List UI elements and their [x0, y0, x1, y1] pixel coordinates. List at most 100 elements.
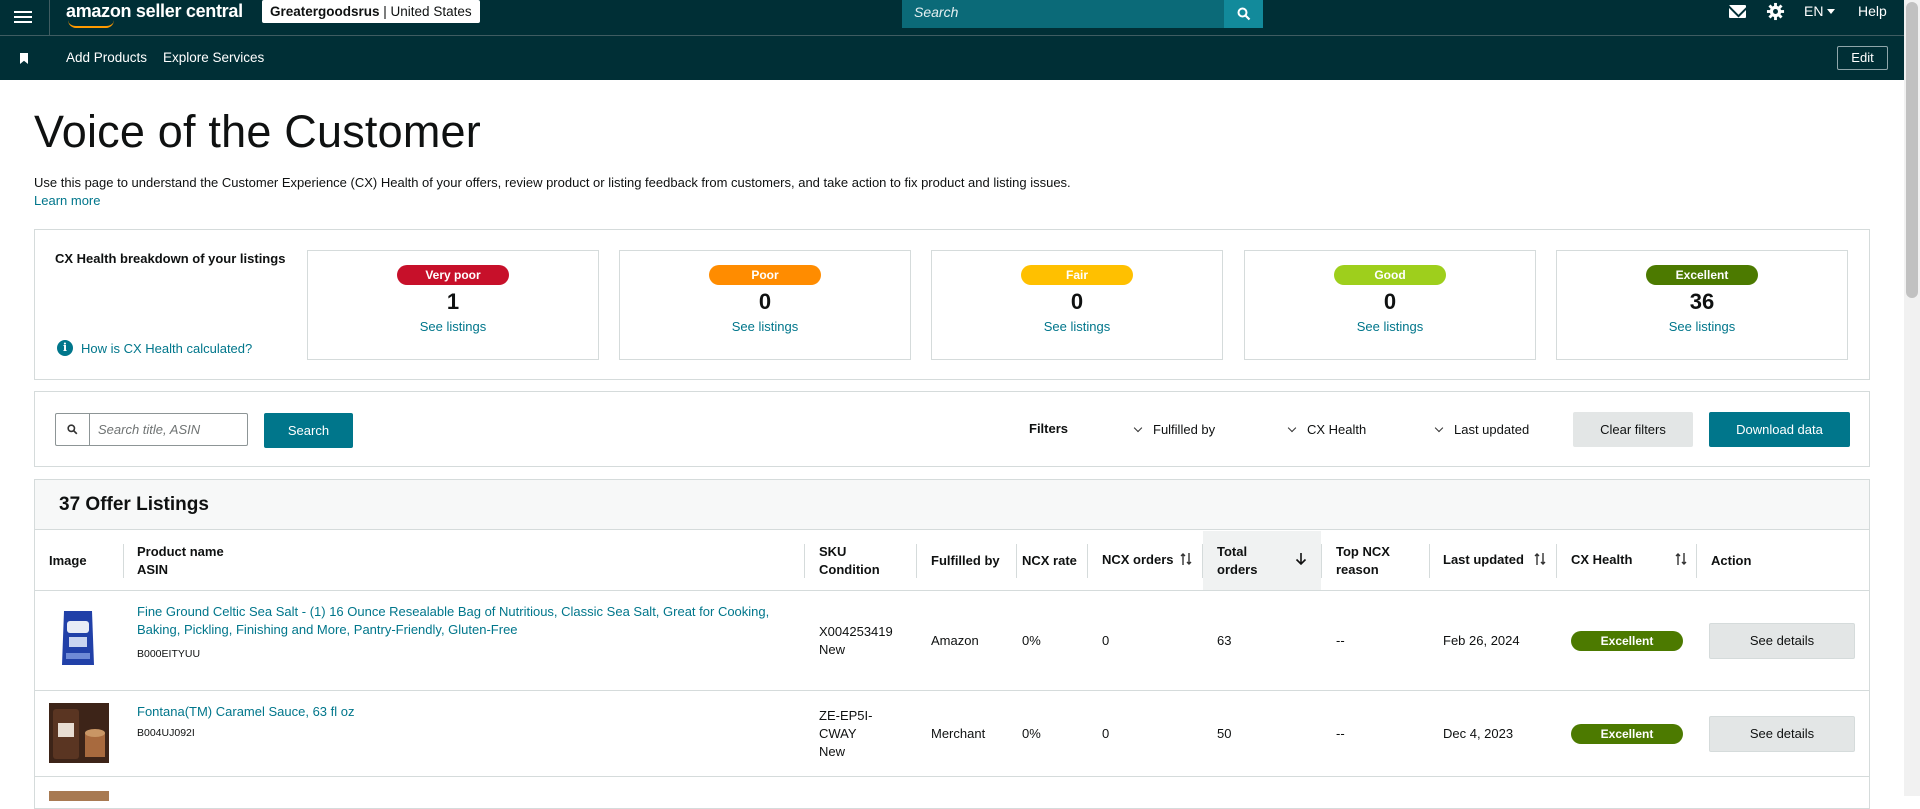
col-divider	[1321, 544, 1322, 578]
product-thumbnail-sea-salt[interactable]	[61, 609, 95, 667]
help-link[interactable]: Help	[1858, 3, 1887, 19]
cx-pill-poor: Poor	[709, 265, 821, 285]
product-asin: B000EITYUU	[137, 648, 201, 660]
see-listings-poor[interactable]: See listings	[620, 319, 910, 334]
top-bar: amazon seller central Greatergoodsrus | …	[0, 0, 1904, 35]
nav-bar: Add Products Explore Services Edit	[0, 35, 1904, 80]
product-condition: New	[819, 744, 846, 759]
product-sku: X004253419	[819, 624, 893, 639]
col-divider	[1016, 544, 1017, 578]
page-intro: Use this page to understand the Customer…	[34, 175, 1071, 190]
hamburger-menu-icon[interactable]	[14, 8, 32, 26]
gear-icon[interactable]	[1766, 2, 1785, 21]
see-listings-fair[interactable]: See listings	[932, 319, 1222, 334]
col-divider	[1087, 544, 1088, 578]
fulfilled-by-filter[interactable]: Fulfilled by	[1133, 422, 1216, 437]
see-listings-very-poor[interactable]: See listings	[308, 319, 598, 334]
listing-search-input[interactable]: Search title, ASIN	[90, 414, 247, 445]
product-top-ncx-reason: --	[1336, 726, 1345, 741]
col-cx-health[interactable]: CX Health	[1571, 551, 1632, 569]
col-fulfilled-by[interactable]: Fulfilled by	[931, 552, 1000, 570]
cx-card-poor: Poor 0 See listings	[619, 250, 911, 360]
cx-health-filter[interactable]: CX Health	[1287, 422, 1367, 437]
cx-count-very-poor: 1	[446, 289, 460, 314]
col-divider	[1429, 544, 1430, 578]
row-divider	[35, 776, 1869, 777]
product-thumbnail-partial[interactable]	[49, 791, 109, 801]
scrollbar-thumb[interactable]	[1906, 2, 1918, 298]
col-divider	[1202, 544, 1203, 578]
col-sku[interactable]: SKU Condition	[819, 543, 880, 579]
col-ncx-orders[interactable]: NCX orders	[1102, 551, 1174, 569]
product-sku-condition: ZE-EP5I- CWAY New	[819, 707, 872, 761]
product-asin: B004UJ092I	[137, 727, 195, 739]
filters-label: Filters	[1029, 421, 1069, 436]
info-icon: i	[57, 340, 73, 356]
cx-pill-fair: Fair	[1021, 265, 1133, 285]
caret-down-icon	[1827, 9, 1836, 14]
col-last-updated[interactable]: Last updated	[1443, 551, 1524, 569]
nav-add-products[interactable]: Add Products	[66, 50, 147, 65]
clear-filters-button[interactable]: Clear filters	[1573, 412, 1693, 447]
product-name-link[interactable]: Fine Ground Celtic Sea Salt - (1) 16 Oun…	[137, 603, 787, 639]
cx-pill-very-poor: Very poor	[397, 265, 509, 285]
global-search-input[interactable]: Search	[902, 0, 1224, 28]
sort-descending-icon[interactable]	[1295, 552, 1307, 566]
cx-health-filter-label: CX Health	[1307, 422, 1367, 437]
seller-central-logo[interactable]: amazon seller central	[66, 0, 243, 22]
product-condition: New	[819, 642, 846, 657]
cx-count-poor: 0	[758, 289, 772, 314]
language-selector[interactable]: EN	[1804, 3, 1836, 19]
see-listings-excellent[interactable]: See listings	[1557, 319, 1847, 334]
logo-text: amazon seller central	[66, 1, 243, 21]
listing-search-button[interactable]: Search	[264, 413, 353, 448]
product-ncx-orders: 0	[1102, 633, 1110, 648]
col-top-ncx-reason[interactable]: Top NCX reason	[1336, 543, 1390, 579]
fulfilled-by-filter-label: Fulfilled by	[1153, 422, 1216, 437]
product-name-link[interactable]: Fontana(TM) Caramel Sauce, 63 fl oz	[137, 703, 787, 721]
mail-icon[interactable]	[1729, 5, 1746, 18]
col-condition-label: Condition	[819, 562, 880, 577]
how-cx-calculated-link[interactable]: i How is CX Health calculated?	[57, 340, 252, 356]
product-sku-condition: X004253419 New	[819, 623, 893, 659]
sort-icon[interactable]	[1180, 552, 1192, 566]
bookmark-icon[interactable]	[20, 53, 28, 64]
col-divider	[804, 544, 805, 578]
divider	[49, 0, 50, 35]
see-listings-good[interactable]: See listings	[1245, 319, 1535, 334]
col-divider	[916, 544, 917, 578]
sort-icon[interactable]	[1675, 552, 1687, 566]
col-product-name[interactable]: Product name ASIN	[137, 543, 224, 579]
product-last-updated: Dec 4, 2023	[1443, 726, 1514, 741]
global-search-button[interactable]	[1224, 0, 1263, 28]
col-total-orders[interactable]: Total orders	[1217, 543, 1257, 579]
product-thumbnail-caramel-sauce[interactable]	[49, 703, 109, 763]
chevron-down-icon	[1287, 423, 1297, 432]
col-total-orders-label-2: orders	[1217, 562, 1258, 577]
see-details-button[interactable]: See details	[1709, 623, 1855, 659]
logo-smile	[68, 20, 114, 28]
product-ncx-rate: 0%	[1022, 633, 1041, 648]
chevron-down-icon	[1133, 423, 1143, 432]
chevron-down-icon	[1434, 423, 1444, 432]
filter-bar: Search title, ASIN Search Filters Fulfil…	[34, 391, 1870, 467]
product-top-ncx-reason: --	[1336, 633, 1345, 648]
download-data-button[interactable]: Download data	[1709, 412, 1850, 447]
cx-card-excellent: Excellent 36 See listings	[1556, 250, 1848, 360]
search-icon	[1237, 7, 1250, 21]
store-switcher[interactable]: Greatergoodsrus | United States	[262, 0, 480, 23]
col-product-name-label: Product name	[137, 544, 224, 559]
page-title: Voice of the Customer	[34, 106, 481, 157]
col-sku-label: SKU	[819, 544, 847, 559]
cx-count-good: 0	[1383, 289, 1397, 314]
nav-explore-services[interactable]: Explore Services	[163, 50, 264, 65]
sort-icon[interactable]	[1534, 552, 1546, 566]
edit-nav-button[interactable]: Edit	[1837, 46, 1888, 70]
col-top-ncx-label-1: Top NCX	[1336, 544, 1390, 559]
last-updated-filter[interactable]: Last updated	[1434, 422, 1529, 437]
cx-pill-excellent: Excellent	[1646, 265, 1758, 285]
product-fulfilled-by: Merchant	[931, 726, 986, 741]
see-details-button[interactable]: See details	[1709, 716, 1855, 752]
learn-more-link[interactable]: Learn more	[34, 193, 100, 208]
col-ncx-rate[interactable]: NCX rate	[1022, 552, 1077, 570]
